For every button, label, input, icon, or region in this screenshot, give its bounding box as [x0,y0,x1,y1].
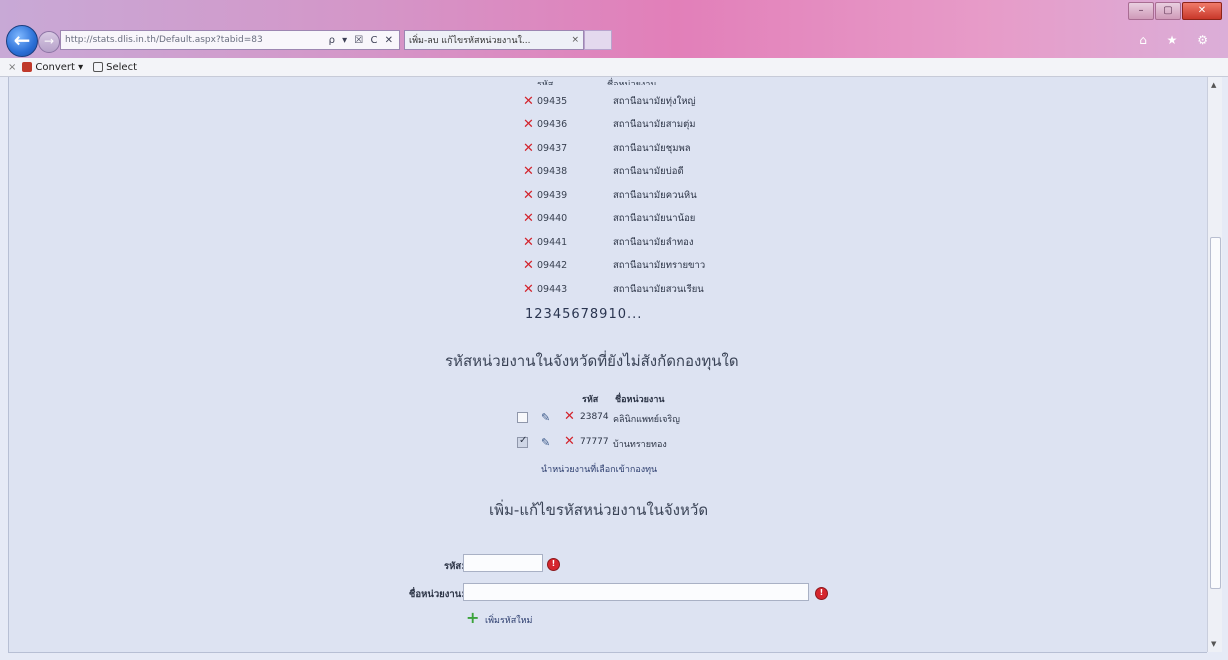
minimize-button[interactable]: – [1128,2,1154,20]
list-header-code: รหัส [537,80,554,85]
maximize-button[interactable]: ▢ [1155,2,1181,20]
list-item: ✕ 09435 สถานีอนามัยทุ่งใหญ่ [523,94,696,109]
name-required-icon: ! [815,587,828,600]
tab-title: เพิ่ม-ลบ แก้ไขรหัสหน่วยงานใ... [409,36,531,46]
list-item: ✕ 09437 สถานีอนามัยชุมพล [523,141,691,156]
unit-code: 09435 [537,95,568,107]
unit-code: 09442 [537,260,568,271]
unit-code: 09439 [537,189,568,201]
delete-icon[interactable]: ✕ [523,235,537,250]
delete-icon[interactable]: ✕ [523,188,537,203]
close-window-button[interactable]: ✕ [1182,2,1222,20]
unassigned-name: คลินิกแพทย์เจริญ [613,415,680,425]
select-icon [93,62,104,72]
code-label: รหัส: [444,561,465,572]
name-input[interactable] [463,583,809,601]
address-url: http://stats.dlis.in.th/Default.aspx?tab… [65,35,263,45]
unit-name: สถานีอนามัยทรายขาว [613,260,706,271]
delete-icon[interactable]: ✕ [523,94,537,109]
assign-selected-link[interactable]: นำหน่วยงานที่เลือกเข้ากองทุน [541,462,657,476]
list-item: ✕ 09443 สถานีอนามัยสวนเรียน [523,282,704,297]
address-bar[interactable]: http://stats.dlis.in.th/Default.aspx?tab… [60,30,400,50]
delete-icon[interactable]: ✕ [523,117,537,132]
name-label: ชื่อหน่วยงาน: [408,589,465,600]
unit-code: 09436 [537,119,568,130]
convert-dropdown-icon[interactable]: ▾ [78,62,83,73]
unit-code: 09440 [537,213,568,224]
scrollbar-thumb[interactable] [1210,237,1221,589]
page-viewport: รหัส ชื่อหน่วยงาน ✕ 09435 สถานีอนามัยทุ่งใ… [0,77,1228,660]
select-checkbox[interactable] [517,435,528,448]
unit-name: สถานีอนามัยสามตุ่ม [613,119,696,130]
browser-titlebar: – ▢ ✕ ← → http://stats.dlis.in.th/Defaul… [0,0,1228,58]
delete-icon[interactable]: ✕ [523,211,537,226]
edit-pencil-icon[interactable]: ✎ [541,436,550,449]
address-tools-icons[interactable]: ρ ▾ ☒ C ✕ [325,35,399,46]
unassigned-code: 23874 [580,412,609,422]
code-input[interactable] [463,554,543,572]
unit-code: 09437 [537,142,568,154]
convert-button[interactable]: Convert ▾ [22,62,83,73]
delete-icon[interactable]: ✕ [523,164,537,179]
unit-name: สถานีอนามัยชุมพล [613,142,691,154]
unassigned-section-title: รหัสหน่วยงานในจังหวัดที่ยังไม่สังกัดกองท… [445,352,739,370]
forward-button[interactable]: → [38,31,60,53]
unit-code: 09438 [537,166,568,177]
tab-close-icon[interactable]: × [571,35,579,45]
select-button[interactable]: Select [93,62,137,73]
list-item: ✕ 09440 สถานีอนามัยนาน้อย [523,211,696,226]
unit-code: 09441 [537,236,568,248]
delete-icon[interactable]: ✕ [523,258,537,273]
command-toolbar: × Convert ▾ Select [0,58,1228,77]
unit-name: สถานีอนามัยสวนเรียน [613,283,704,295]
back-button[interactable]: ← [6,25,38,57]
vertical-scrollbar[interactable]: ▲ ▼ [1207,77,1222,652]
scroll-down-icon[interactable]: ▼ [1211,640,1216,648]
pdf-convert-icon [22,62,33,72]
pagination[interactable]: 12345678910... [525,307,642,322]
select-label: Select [106,61,138,73]
home-favorites-tools-icons[interactable]: ⌂ ★ ⚙ [1139,33,1216,47]
unit-name: สถานีอนามัยบ่อดี [613,166,684,177]
convert-label: Convert [35,61,75,73]
browser-tab-active[interactable]: เพิ่ม-ลบ แก้ไขรหัสหน่วยงานใ... × [404,30,584,50]
unassigned-code: 77777 [580,437,609,447]
delete-icon[interactable]: ✕ [523,282,537,297]
unassigned-header-code: รหัส [582,395,599,405]
delete-icon[interactable]: ✕ [523,141,537,156]
toolbar-close-icon[interactable]: × [8,62,16,73]
unassigned-header-name: ชื่อหน่วยงาน [615,395,665,405]
select-checkbox[interactable] [517,412,528,423]
unit-name: สถานีอนามัยนาน้อย [613,213,696,224]
add-new-code-link[interactable]: เพิ่มรหัสใหม่ [485,613,532,627]
delete-icon[interactable]: ✕ [564,409,575,424]
edit-pencil-icon[interactable]: ✎ [541,411,550,424]
list-item: ✕ 09439 สถานีอนามัยควนหิน [523,188,697,203]
unassigned-name: บ้านทรายทอง [613,440,667,450]
list-header-name: ชื่อหน่วยงาน [607,80,657,85]
unit-name: สถานีอนามัยลำทอง [613,236,694,248]
unit-code: 09443 [537,283,568,295]
unit-name: สถานีอนามัยทุ่งใหญ่ [613,95,696,107]
code-required-icon: ! [547,558,560,571]
list-item: ✕ 09441 สถานีอนามัยลำทอง [523,235,694,250]
scroll-up-icon[interactable]: ▲ [1211,81,1216,89]
new-tab-button[interactable] [584,30,612,50]
delete-icon[interactable]: ✕ [564,434,575,449]
window-controls: – ▢ ✕ [1127,2,1222,20]
page-content: รหัส ชื่อหน่วยงาน ✕ 09435 สถานีอนามัยทุ่งใ… [8,77,1207,653]
add-icon[interactable]: + [466,608,479,627]
list-item: ✕ 09442 สถานีอนามัยทรายขาว [523,258,706,273]
form-section-title: เพิ่ม-แก้ไขรหัสหน่วยงานในจังหวัด [489,501,709,519]
list-item: ✕ 09438 สถานีอนามัยบ่อดี [523,164,684,179]
unit-name: สถานีอนามัยควนหิน [613,189,697,201]
list-item: ✕ 09436 สถานีอนามัยสามตุ่ม [523,117,696,132]
